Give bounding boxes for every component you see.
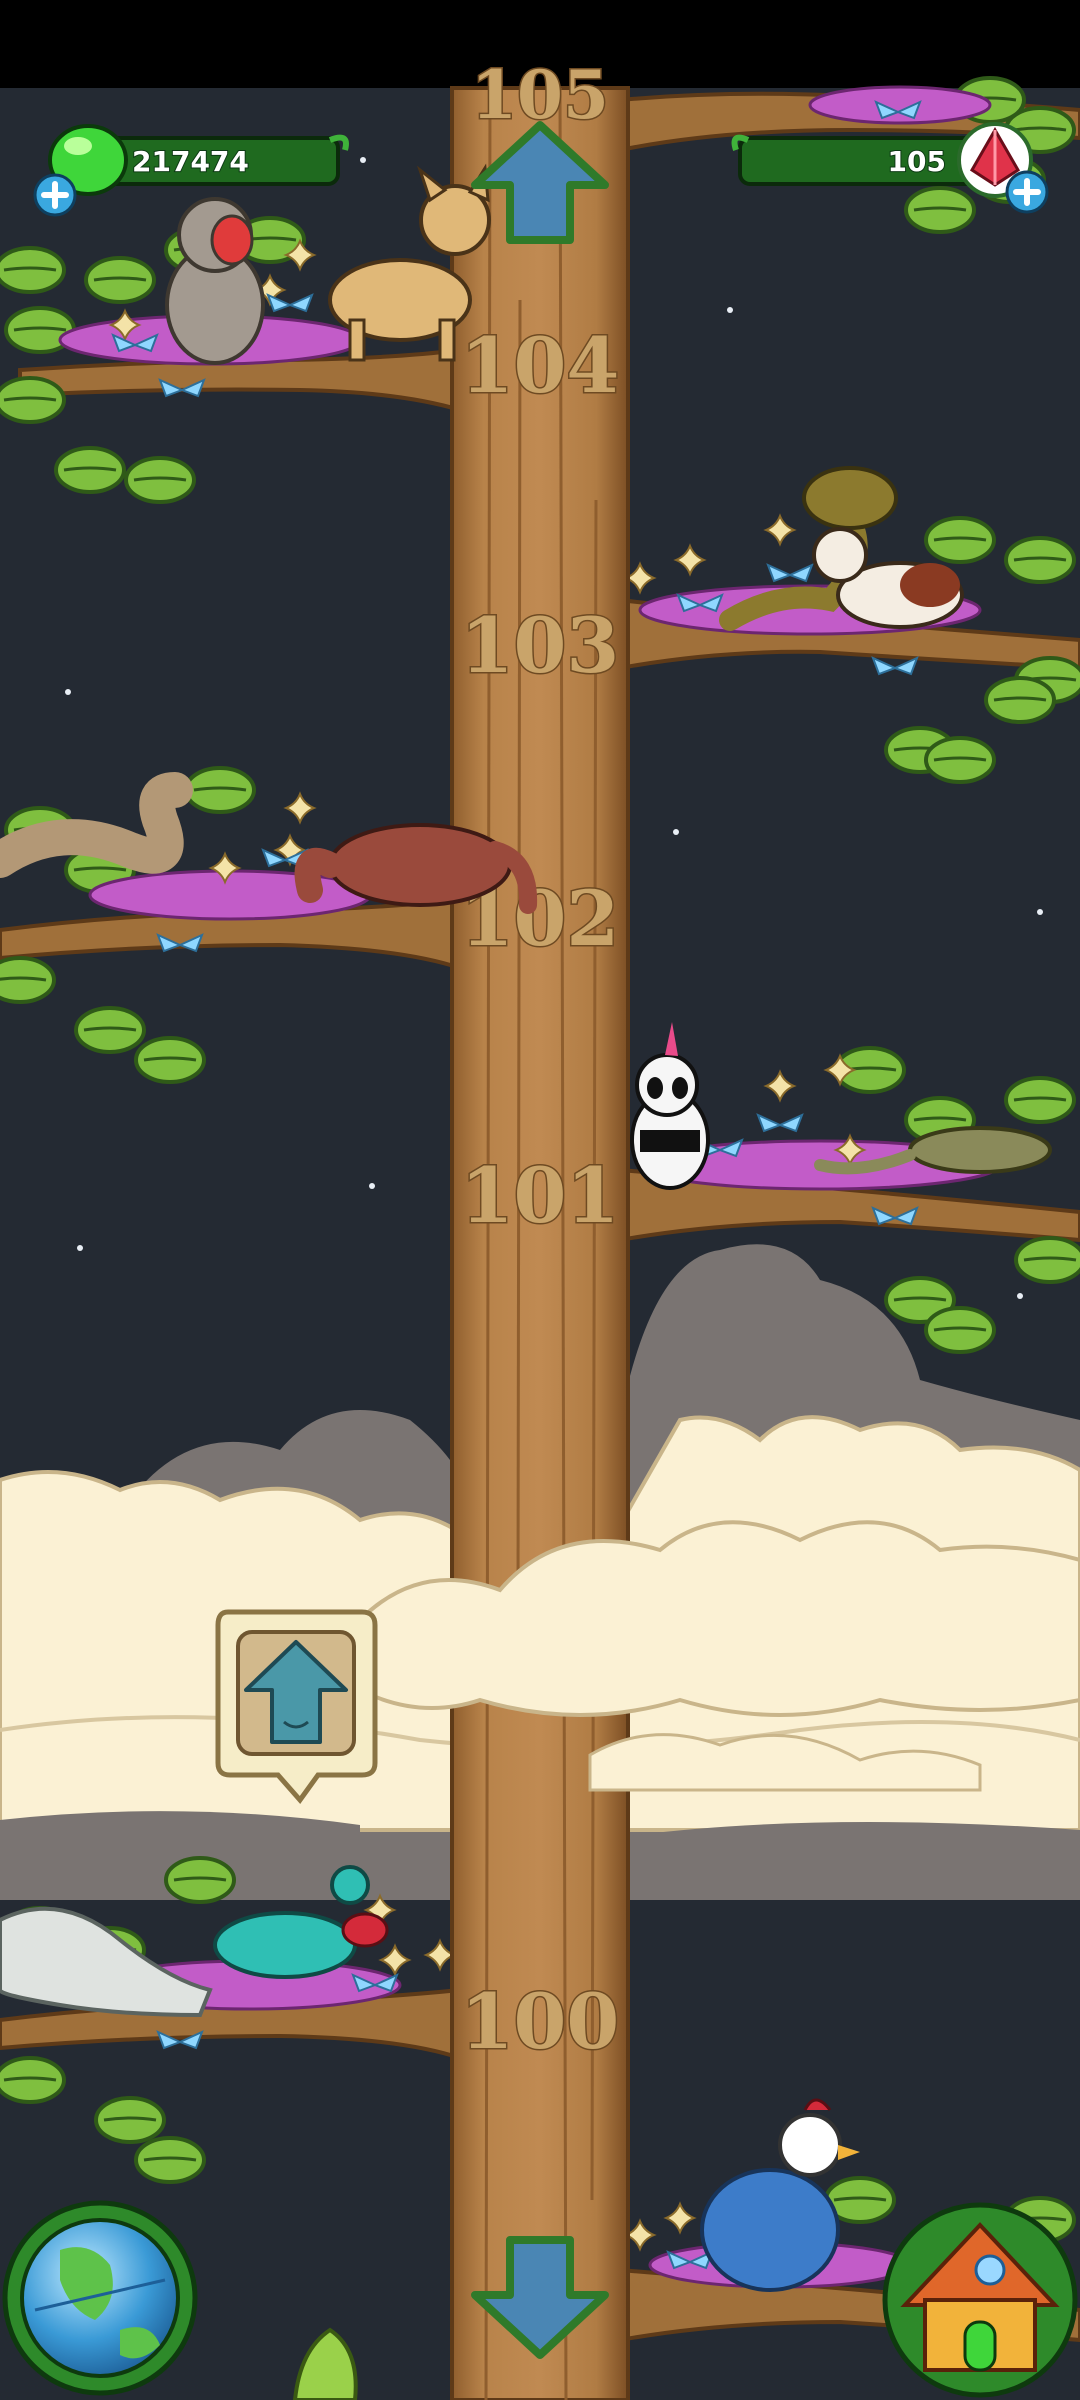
floor-label-100: 100	[461, 1977, 620, 2066]
house-icon[interactable]	[882, 2202, 1078, 2398]
habitat-up-icon[interactable]	[215, 1609, 378, 1805]
crystal-count: 105	[888, 145, 946, 178]
floor-label-104: 104	[461, 321, 620, 410]
globe-icon[interactable]	[2, 2200, 198, 2396]
floor-label-103: 103	[461, 601, 620, 690]
japanese-macaque[interactable]	[165, 197, 265, 365]
floor-label-101: 101	[461, 1151, 620, 1240]
gem-count: 217474	[132, 145, 249, 178]
gem-counter: 217474	[90, 134, 349, 186]
add-crystals-button[interactable]	[1005, 170, 1049, 214]
game-screen: 105 104 103 102 101 100 217474 105	[0, 0, 1080, 2400]
add-gems-button[interactable]	[33, 173, 77, 217]
crystal-counter: 105	[731, 134, 982, 186]
